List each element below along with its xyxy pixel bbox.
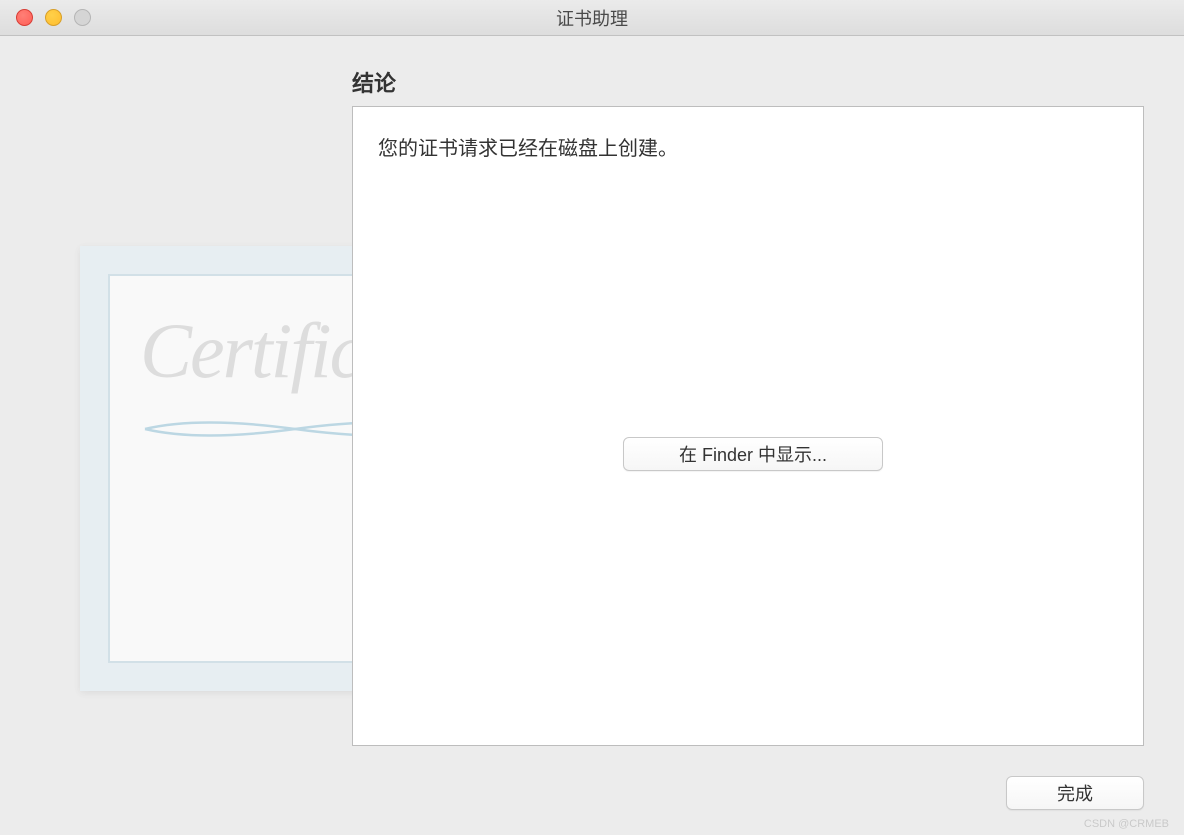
- content-area: Certificate 结论 您的证书请求已经在磁盘上创建。 在 Finder …: [0, 36, 1184, 835]
- page-heading: 结论: [352, 66, 1144, 98]
- watermark-text: CSDN @CRMEB: [1084, 818, 1169, 830]
- close-window-button[interactable]: [16, 9, 33, 26]
- minimize-window-button[interactable]: [45, 9, 62, 26]
- main-panel: 您的证书请求已经在磁盘上创建。 在 Finder 中显示...: [352, 106, 1144, 746]
- maximize-window-button: [74, 9, 91, 26]
- traffic-lights: [0, 9, 91, 26]
- window-title: 证书助理: [556, 5, 628, 31]
- status-message: 您的证书请求已经在磁盘上创建。: [378, 132, 1118, 161]
- done-button[interactable]: 完成: [1006, 776, 1144, 810]
- show-in-finder-button[interactable]: 在 Finder 中显示...: [623, 437, 883, 471]
- titlebar: 证书助理: [0, 0, 1184, 36]
